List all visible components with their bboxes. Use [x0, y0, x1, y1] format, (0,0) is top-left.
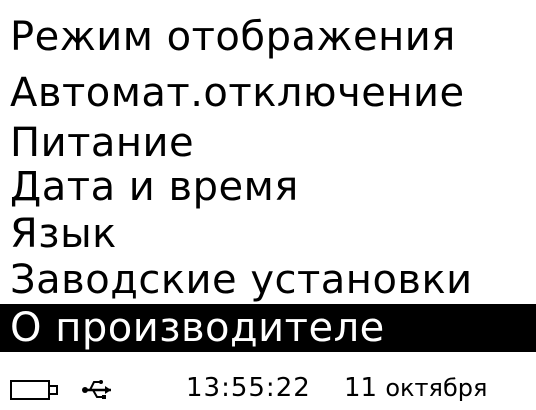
menu-item-power[interactable]: Питание — [0, 119, 536, 167]
date-display: 11 октября — [344, 368, 487, 408]
usb-icon — [80, 376, 114, 404]
date-day: 11 — [344, 373, 378, 403]
clock-time: 13:55:22 — [186, 373, 311, 403]
battery-icon — [10, 378, 60, 402]
menu-item-date-time[interactable]: Дата и время — [0, 163, 536, 211]
status-bar: 13:55:22 11 октября — [0, 366, 536, 410]
menu-item-auto-shutdown[interactable]: Автомат.отключение — [0, 69, 536, 117]
menu-item-factory-settings[interactable]: Заводские установки — [0, 256, 536, 304]
date-month: октября — [385, 374, 488, 402]
menu-item-language[interactable]: Язык — [0, 210, 536, 258]
menu-item-about-manufacturer[interactable]: О производителе — [0, 304, 536, 352]
menu-item-display-mode[interactable]: Режим отображения — [0, 13, 536, 61]
